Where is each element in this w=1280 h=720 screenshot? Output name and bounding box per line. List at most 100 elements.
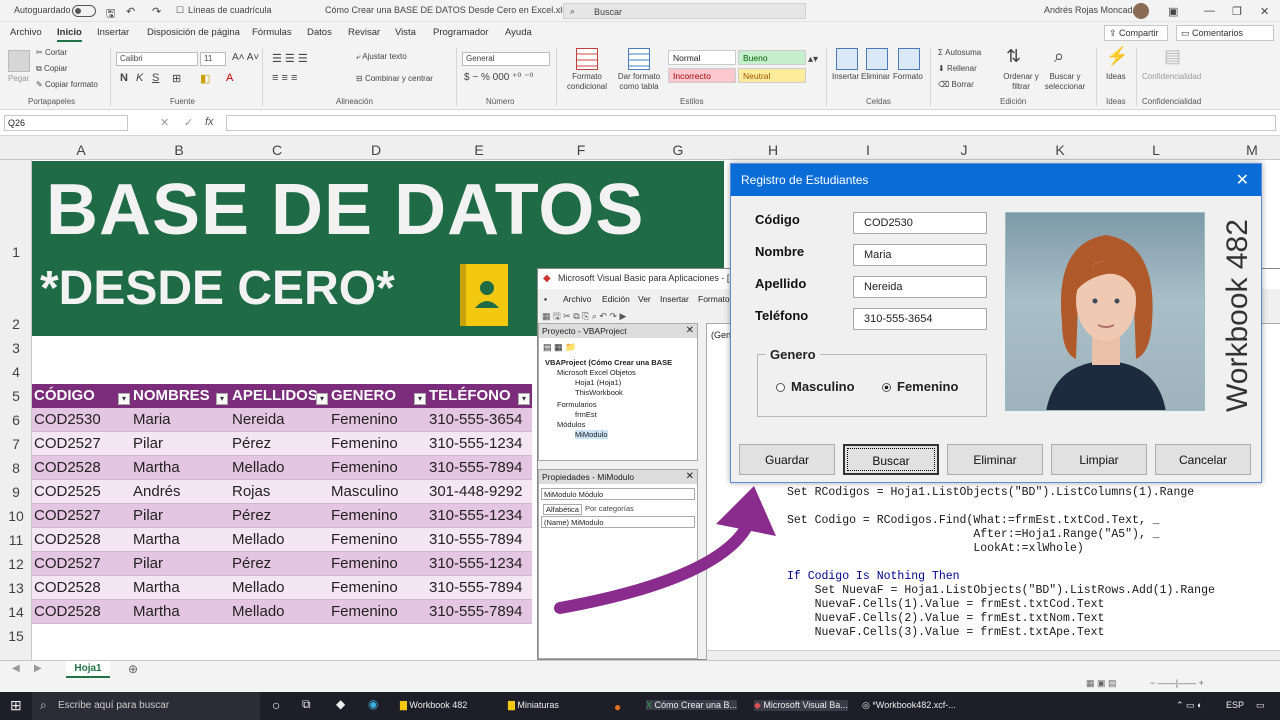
column-header[interactable]: H [726, 142, 820, 158]
table-cell[interactable]: COD2528 [34, 603, 101, 620]
filter-dropdown-icon[interactable]: ▾ [316, 393, 328, 405]
table-row[interactable]: COD2527 Pilar Pérez Femenino 310-555-1234 [32, 552, 532, 576]
app-icon[interactable]: ◆ [336, 697, 345, 711]
align-left-icon[interactable]: ≡ ≡ ≡ [272, 72, 297, 84]
taskbar-item[interactable]: ◆ Microsoft Visual Ba... [754, 700, 848, 711]
table-row[interactable]: COD2528 Martha Mellado Femenino 310-555-7894 [32, 528, 532, 552]
row-header[interactable]: 13 [0, 580, 32, 596]
column-header[interactable]: E [426, 142, 532, 158]
table-cell[interactable]: Femenino [331, 531, 398, 548]
table-cell[interactable]: Masculino [331, 483, 399, 500]
add-sheet-icon[interactable]: ⊕ [128, 662, 138, 676]
copy-button[interactable]: ⧉ Copiar [36, 64, 68, 74]
ribbon-display-icon[interactable]: ▣ [1168, 5, 1178, 18]
share-button[interactable]: ⇪ Compartir [1104, 25, 1168, 41]
styles-more-icon[interactable]: ▴▾ [808, 54, 818, 65]
insert-function-icon[interactable]: fx [205, 116, 214, 128]
row-header[interactable]: 7 [0, 436, 32, 452]
italic-button[interactable]: K [136, 72, 143, 84]
task-view-icon[interactable]: ⧉ [302, 697, 311, 712]
table-cell[interactable]: Pérez [232, 507, 271, 524]
table-cell[interactable]: COD2528 [34, 579, 101, 596]
close-icon[interactable]: ✕ [1236, 170, 1249, 190]
table-cell[interactable]: 310-555-1234 [429, 555, 522, 572]
tab-insertar[interactable]: Insertar [97, 27, 129, 38]
delete-cells-icon[interactable] [866, 48, 888, 70]
column-header[interactable]: I [820, 142, 916, 158]
font-grow-icon[interactable]: A˄ A˅ [232, 52, 259, 63]
table-cell[interactable]: 310-555-7894 [429, 579, 522, 596]
row-header[interactable]: 5 [0, 388, 32, 404]
radio-masculino[interactable]: Masculino [776, 379, 855, 394]
sheet-tab-hoja1[interactable]: Hoja1 [66, 661, 110, 678]
table-cell[interactable]: Pilar [133, 507, 163, 524]
filter-dropdown-icon[interactable]: ▾ [216, 393, 228, 405]
toggle-view-icon[interactable]: ▤ ▦ 📁 [543, 342, 576, 353]
table-cell[interactable]: Maria [133, 411, 171, 428]
table-row[interactable]: COD2527 Pilar Pérez Femenino 310-555-1234 [32, 432, 532, 456]
column-header[interactable]: J [916, 142, 1012, 158]
table-cell[interactable]: Mellado [232, 531, 285, 548]
nombre-field[interactable]: Maria [853, 244, 987, 266]
align-top-icon[interactable]: ☰ ☰ ☰ [272, 52, 308, 65]
cortana-icon[interactable]: ○ [272, 697, 280, 713]
row-header[interactable]: 6 [0, 412, 32, 428]
tab-inicio[interactable]: Inicio [57, 27, 82, 42]
table-row[interactable]: COD2525 Andrés Rojas Masculino 301-448-9292 [32, 480, 532, 504]
table-cell[interactable]: Femenino [331, 411, 398, 428]
table-cell[interactable]: 310-555-7894 [429, 603, 522, 620]
row-header[interactable]: 4 [0, 364, 32, 380]
cancelar-button[interactable]: Cancelar [1155, 444, 1251, 475]
taskbar-item[interactable]: ▇ Workbook 482 [400, 700, 467, 711]
table-cell[interactable]: Femenino [331, 435, 398, 452]
cut-button[interactable]: ✂ Cortar [36, 48, 67, 57]
row-header[interactable]: 11 [0, 532, 32, 548]
column-header[interactable]: B [130, 142, 228, 158]
table-cell[interactable]: COD2527 [34, 435, 101, 452]
sort-filter-icon[interactable]: ⇅ [1006, 46, 1021, 67]
windows-start-icon[interactable]: ⊞ [10, 697, 22, 714]
wrap-text-button[interactable]: ⤶ Ajustar texto [356, 52, 407, 62]
table-cell[interactable]: 310-555-3654 [429, 411, 522, 428]
vba-menu-ver[interactable]: Ver [638, 294, 651, 304]
language-indicator[interactable]: ESP [1226, 700, 1244, 710]
table-cell[interactable]: Pilar [133, 555, 163, 572]
autosum-button[interactable]: Σ Autosuma [938, 48, 981, 57]
table-cell[interactable]: 310-555-1234 [429, 507, 522, 524]
apellido-field[interactable]: Nereida [853, 276, 987, 298]
vba-menu-icon[interactable]: ▪ [544, 294, 547, 304]
row-header[interactable]: 3 [0, 340, 32, 356]
row-header[interactable]: 12 [0, 556, 32, 572]
column-header[interactable]: A [32, 142, 130, 158]
style-bad[interactable]: Incorrecto [668, 68, 736, 83]
autosave-toggle[interactable] [72, 5, 96, 17]
view-normal-icon[interactable]: ▦ ▣ ▤ [1086, 678, 1117, 689]
row-header[interactable]: 9 [0, 484, 32, 500]
insert-cells-icon[interactable] [836, 48, 858, 70]
format-cells-icon[interactable] [898, 48, 920, 70]
tab-revisar[interactable]: Revisar [348, 27, 380, 38]
table-cell[interactable]: Pérez [232, 435, 271, 452]
cancel-formula-icon[interactable]: ✕ [160, 116, 169, 129]
column-header[interactable]: G [630, 142, 726, 158]
find-select-icon[interactable]: ⌕ [1054, 46, 1064, 67]
table-cell[interactable]: Pilar [133, 435, 163, 452]
search-box[interactable]: ⌕ Buscar [563, 3, 806, 19]
undo-icon[interactable]: ↶ [126, 5, 135, 18]
table-cell[interactable]: COD2528 [34, 531, 101, 548]
style-neutral[interactable]: Neutral [738, 68, 806, 83]
table-cell[interactable]: Rojas [232, 483, 270, 500]
tree-item-excel-objects[interactable]: Microsoft Excel Objetos [557, 368, 636, 377]
minimize-icon[interactable]: — [1204, 5, 1215, 17]
fill-button[interactable]: ⬇ Rellenar [938, 64, 977, 73]
tree-item-frmest[interactable]: frmEst [575, 410, 597, 419]
vba-menu-archivo[interactable]: Archivo [563, 294, 591, 304]
row-header[interactable]: 10 [0, 508, 32, 524]
fill-color-icon[interactable]: ◧ [200, 72, 210, 85]
next-sheet-icon[interactable]: ▶ [34, 663, 42, 674]
column-header[interactable]: M [1204, 142, 1280, 158]
table-cell[interactable]: Andrés [133, 483, 181, 500]
prev-sheet-icon[interactable]: ◀ [12, 663, 20, 674]
conditional-format-icon[interactable] [576, 48, 598, 70]
clear-button[interactable]: ⌫ Borrar [938, 80, 974, 89]
